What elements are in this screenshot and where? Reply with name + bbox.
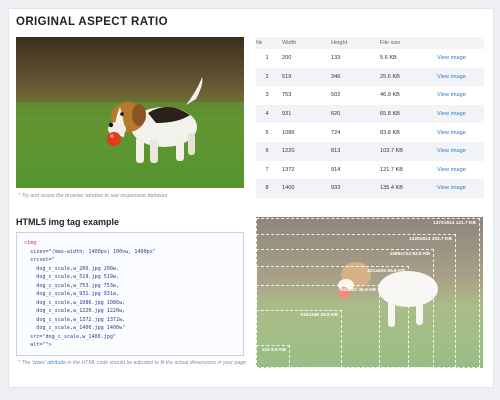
row-number: 6 bbox=[256, 141, 278, 161]
row-number: 3 bbox=[265, 92, 269, 99]
row-height: 724 bbox=[331, 129, 341, 136]
code-img-open: <img bbox=[24, 240, 37, 246]
table-row: 4 931 620 65.8 KB View image bbox=[256, 104, 484, 124]
row-width: 519 bbox=[278, 67, 327, 87]
row-file-size: 46.9 KB bbox=[380, 92, 400, 99]
column-header-file-size: File size bbox=[376, 37, 433, 49]
row-height: 620 bbox=[327, 104, 376, 124]
row-width: 753 bbox=[282, 92, 292, 99]
image-sizes-table: № Width Height File size 1 200 133 5.6 KB Vi… bbox=[256, 37, 484, 198]
code-srcset-line: dog_c_scale,w_931.jpg 931w, bbox=[24, 291, 120, 297]
row-number: 2 bbox=[256, 67, 278, 87]
breakpoint-label: 931x620 65.8 KB bbox=[367, 269, 405, 274]
sizes-note: * The 'sizes' attribute in the HTML code… bbox=[18, 360, 248, 367]
code-srcset-line: dog_c_scale,w_519.jpg 519w, bbox=[24, 274, 120, 280]
code-srcset-line: dog_c_scale,w_1220.jpg 1220w, bbox=[24, 308, 126, 314]
row-height: 813 bbox=[327, 141, 376, 161]
row-height: 346 bbox=[327, 67, 376, 87]
row-number: 7 bbox=[265, 166, 269, 173]
code-srcset-line: dog_c_scale,w_1372.jpg 1372w, bbox=[24, 316, 126, 323]
row-file-size: 83.8 KB bbox=[380, 129, 400, 136]
view-image-link[interactable]: View image bbox=[437, 92, 466, 98]
view-image-link[interactable]: View image bbox=[437, 74, 466, 80]
section-title-original: ORIGINAL ASPECT RATIO bbox=[16, 16, 168, 28]
row-file-size: 5.6 KB bbox=[380, 55, 397, 62]
table-row: 5 1086 724 83.8 KB View image bbox=[256, 123, 484, 142]
breakpoint-label: 1086x724 83.8 KB bbox=[389, 252, 430, 257]
code-srcset-line: dog_c_scale,w_753.jpg 753w, bbox=[24, 282, 120, 289]
code-alt-line: alt=""> bbox=[24, 342, 52, 348]
row-height: 133 bbox=[331, 55, 341, 62]
table-row: 1 200 133 5.6 KB View image bbox=[256, 49, 484, 68]
dog-photo bbox=[16, 37, 244, 188]
row-number: 1 bbox=[265, 55, 269, 62]
row-width: 1220 bbox=[278, 141, 327, 161]
row-number: 8 bbox=[256, 179, 278, 198]
code-srcset-line: dog_c_scale,w_200.jpg 200w, bbox=[24, 265, 120, 272]
code-src-line: src="dog_c_scale,w_1400.jpg" bbox=[24, 333, 117, 340]
table-row: 6 1220 813 103.7 KB View image bbox=[256, 141, 484, 161]
row-height: 502 bbox=[331, 92, 341, 99]
row-file-size: 121.7 KB bbox=[380, 166, 404, 173]
table-row: 2 519 346 25.6 KB View image bbox=[256, 67, 484, 87]
breakpoint-label: 753x502 46.9 KB bbox=[338, 288, 376, 293]
row-width: 1372 bbox=[282, 166, 295, 173]
row-file-size: 25.6 KB bbox=[376, 67, 433, 87]
column-header-height: Height bbox=[327, 37, 376, 49]
responsive-breakpoints-demo: 1372x914 121.7 KB 1220x813 103.7 KB 1086x7… bbox=[256, 217, 483, 368]
row-file-size: 65.8 KB bbox=[376, 104, 433, 124]
table-row: 8 1400 933 135.4 KB View image bbox=[256, 179, 484, 198]
sizes-note-prefix: * The bbox=[18, 360, 32, 366]
column-header-number: № bbox=[256, 37, 278, 49]
row-width: 1086 bbox=[282, 129, 295, 136]
code-block[interactable]: <img sizes="(max-width: 1400px) 100vw, 1… bbox=[16, 232, 244, 356]
sizes-attribute-highlight: 'sizes' attribute bbox=[31, 360, 66, 366]
row-width: 200 bbox=[282, 55, 292, 62]
column-header-width: Width bbox=[278, 37, 327, 49]
breakpoint-label: 133 5.6 KB bbox=[261, 348, 286, 353]
table-header-row: № Width Height File size bbox=[256, 37, 484, 49]
row-file-size: 103.7 KB bbox=[376, 141, 433, 161]
row-height: 914 bbox=[331, 166, 341, 173]
view-image-link[interactable]: View image bbox=[437, 55, 466, 61]
row-height: 933 bbox=[327, 179, 376, 198]
view-image-link[interactable]: View image bbox=[437, 148, 466, 154]
view-image-link[interactable]: View image bbox=[437, 185, 466, 191]
breakpoint-box: 133 5.6 KB bbox=[256, 345, 290, 368]
row-width: 1400 bbox=[278, 179, 327, 198]
view-image-link[interactable]: View image bbox=[437, 111, 466, 117]
code-sizes-line: sizes="(max-width: 1400px) 100vw, 1400px… bbox=[24, 248, 156, 255]
table-row: 3 753 502 46.9 KB View image bbox=[256, 86, 484, 105]
column-header-action bbox=[433, 37, 484, 49]
breakpoint-label: 1220x813 103.7 KB bbox=[409, 237, 452, 242]
view-image-link[interactable]: View image bbox=[437, 130, 466, 136]
row-file-size: 135.4 KB bbox=[376, 179, 433, 198]
breakpoint-label: 1372x914 121.7 KB bbox=[433, 221, 476, 226]
row-number: 5 bbox=[265, 129, 269, 136]
code-srcset-open: srcset=" bbox=[24, 257, 55, 263]
breakpoint-label: 519x346 25.6 KB bbox=[300, 313, 338, 318]
table-row: 7 1372 914 121.7 KB View image bbox=[256, 161, 484, 180]
row-width: 931 bbox=[278, 104, 327, 124]
view-image-link[interactable]: View image bbox=[437, 167, 466, 173]
sizes-note-suffix: in the HTML code should be adjusted to f… bbox=[65, 360, 246, 366]
code-srcset-line: dog_c_scale,w_1400.jpg 1400w" bbox=[24, 325, 126, 331]
resize-note: * Try and resize the browser window to s… bbox=[18, 193, 168, 199]
code-srcset-line: dog_c_scale,w_1086.jpg 1086w, bbox=[24, 299, 126, 306]
row-number: 4 bbox=[256, 104, 278, 124]
section-title-html5: HTML5 img tag example bbox=[16, 217, 120, 227]
